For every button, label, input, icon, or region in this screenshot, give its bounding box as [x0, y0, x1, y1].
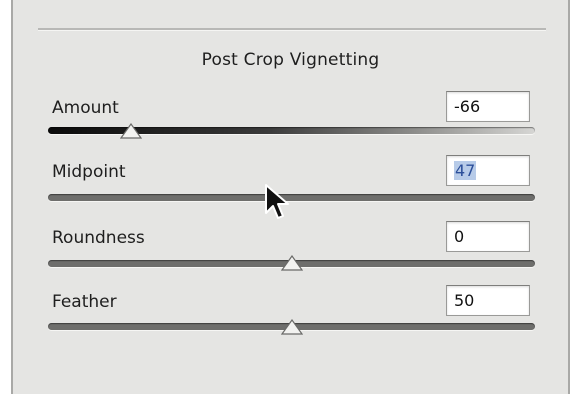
amount-value: -66	[454, 97, 481, 116]
roundness-label: Roundness	[52, 228, 145, 248]
feather-value: 50	[454, 291, 475, 310]
amount-field[interactable]: -66	[446, 91, 530, 122]
roundness-field[interactable]: 0	[446, 221, 530, 252]
section-divider	[38, 28, 546, 31]
feather-slider-thumb[interactable]	[280, 319, 303, 335]
midpoint-field[interactable]: 47	[446, 155, 530, 186]
arrow-pointer-icon	[265, 184, 289, 219]
roundness-slider-thumb[interactable]	[280, 255, 303, 271]
midpoint-label: Midpoint	[52, 162, 126, 182]
roundness-value: 0	[454, 227, 465, 246]
midpoint-value: 47	[454, 161, 477, 180]
amount-slider-thumb[interactable]	[119, 123, 142, 139]
panel-title: Post Crop Vignetting	[201, 50, 380, 70]
feather-label: Feather	[52, 292, 117, 312]
amount-label: Amount	[52, 98, 119, 118]
feather-field[interactable]: 50	[446, 285, 530, 316]
